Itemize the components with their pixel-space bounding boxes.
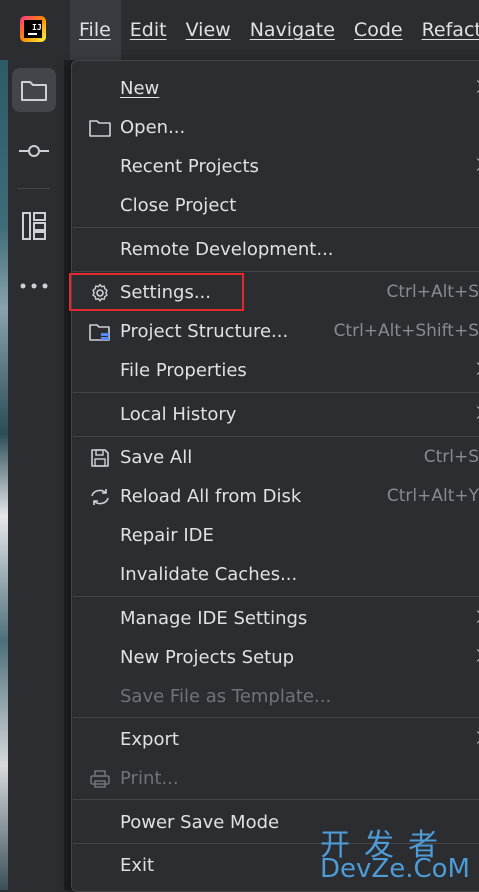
menu-item-manage-ide-settings[interactable]: Manage IDE Settings [72,599,479,638]
structure-tool-button[interactable] [12,204,56,248]
chevron-right-icon [471,80,479,93]
menu-item-file-properties[interactable]: File Properties [72,351,479,390]
project-tool-button[interactable] [12,68,56,112]
menu-item-local-history[interactable]: Local History [72,395,479,434]
more-icon [20,283,48,289]
menu-item-save-file-as-template: Save File as Template... [120,686,332,707]
structure-icon [22,212,46,240]
background-strip [0,60,8,890]
menu-navigate[interactable]: Navigate [241,0,345,60]
watermark: 开发者 DevZe.CoM [320,820,475,886]
menu-item-project-structure[interactable]: Project Structure... Ctrl+Alt+Shift+S [72,312,479,351]
watermark-text: DevZe.CoM [320,854,470,884]
menu-code[interactable]: Code [345,0,413,60]
menu-item-save-all[interactable]: Save All Ctrl+S [72,438,479,477]
menu-edit[interactable]: Edit [121,0,177,60]
chevron-right-icon [471,731,479,744]
menu-view[interactable]: View [177,0,241,60]
sidebar-divider [64,60,65,890]
menu-item-repair-ide[interactable]: Repair IDE [72,516,479,555]
menu-item-reload-all[interactable]: Reload All from Disk Ctrl+Alt+Y [72,477,479,516]
file-menu-dropdown: New Open... Recent Projects Close Projec… [69,60,479,892]
menu-refactor[interactable]: Refactor [413,0,479,60]
menu-item-remote-development[interactable]: Remote Development... [72,230,479,269]
folder-icon [89,117,111,139]
sidebar-separator [18,188,50,189]
chevron-right-icon [471,610,479,623]
menu-item-new[interactable]: New [72,69,479,108]
chevron-right-icon [471,406,479,419]
folder-icon [21,81,47,101]
menu-separator [73,227,479,228]
commit-tool-button[interactable] [12,129,56,173]
menu-item-print: Print... [72,759,479,798]
app-logo-icon[interactable]: IJ [20,16,46,42]
more-tools-button[interactable] [12,264,56,308]
menu-separator [73,392,479,393]
menu-separator [73,271,479,272]
chevron-right-icon [471,649,479,662]
main-menu-bar: File Edit View Navigate Code Refactor [70,0,479,60]
settings-highlight-box [69,273,244,311]
menu-separator [73,596,479,597]
menu-item-close-project[interactable]: Close Project [72,186,479,225]
menu-separator [73,436,479,437]
chevron-right-icon [471,362,479,375]
printer-icon [89,768,111,790]
menu-item-export[interactable]: Export [72,720,479,759]
save-icon [89,447,111,469]
menu-item-invalidate-caches[interactable]: Invalidate Caches... [72,555,479,594]
menu-item-open[interactable]: Open... [72,108,479,147]
menu-item-new-projects-setup[interactable]: New Projects Setup [72,638,479,677]
title-bar: IJ File Edit View Navigate Code Refactor [0,0,479,60]
refresh-icon [89,486,111,508]
menu-separator [73,799,479,800]
project-structure-icon [89,321,111,343]
tool-window-sidebar [8,60,64,890]
menu-separator [73,717,479,718]
commit-icon [19,145,49,157]
menu-item-recent-projects[interactable]: Recent Projects [72,147,479,186]
chevron-right-icon [471,158,479,171]
menu-file[interactable]: File [70,0,121,60]
